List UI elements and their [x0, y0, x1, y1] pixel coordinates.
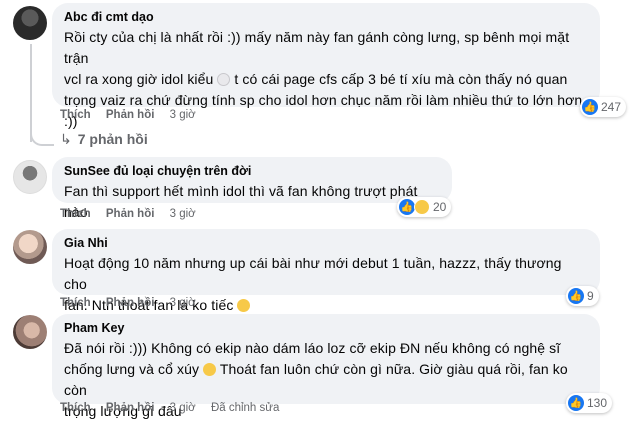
comment-author[interactable]: Abc đi cmt dạo	[64, 9, 588, 25]
emoji-icon	[237, 299, 251, 312]
reply-button[interactable]: Phản hồi	[106, 297, 155, 309]
edited-label[interactable]: Đã chỉnh sửa	[211, 402, 279, 414]
like-icon: 👍	[568, 395, 584, 411]
comment-bubble: SunSee đủ loại chuyện trên đời Fan thì s…	[52, 157, 452, 220]
comment-actions: Thích Phản hồi 3 giờ	[60, 109, 208, 123]
avatar[interactable]	[13, 6, 47, 40]
timestamp[interactable]: 3 giờ	[170, 109, 196, 121]
reaction-summary[interactable]: 👍 130	[566, 393, 613, 413]
view-replies-link[interactable]: ↳ 7 phản hồi	[60, 131, 148, 148]
like-icon: 👍	[582, 99, 598, 115]
reply-button[interactable]: Phản hồi	[106, 402, 155, 414]
reply-button[interactable]: Phản hồi	[106, 109, 155, 121]
like-button[interactable]: Thích	[60, 208, 91, 220]
reaction-summary[interactable]: 👍 9	[566, 286, 599, 306]
comment-actions: Thích Phản hồi 3 giờ Đã chỉnh sửa	[60, 402, 291, 416]
comment-author[interactable]: Gia Nhi	[64, 235, 588, 251]
comment-author[interactable]: SunSee đủ loại chuyện trên đời	[64, 163, 440, 179]
avatar[interactable]	[13, 230, 47, 264]
thread-connector	[30, 128, 54, 146]
haha-icon	[414, 199, 430, 215]
emoji-icon	[203, 363, 217, 376]
comment-bubble: Abc đi cmt dạo Rồi cty của chị là nhất r…	[52, 3, 600, 129]
comment-actions: Thích Phản hồi 3 giờ	[60, 208, 208, 222]
timestamp[interactable]: 3 giờ	[170, 208, 196, 220]
reaction-summary[interactable]: 👍 20	[397, 197, 452, 217]
comment-author[interactable]: Pham Key	[64, 320, 588, 336]
timestamp[interactable]: 3 giờ	[170, 297, 196, 309]
like-button[interactable]: Thích	[60, 297, 91, 309]
avatar[interactable]	[13, 160, 47, 194]
like-button[interactable]: Thích	[60, 109, 91, 121]
like-icon: 👍	[399, 199, 415, 215]
avatar[interactable]	[13, 315, 47, 349]
reply-arrow-icon: ↳	[60, 131, 72, 147]
comment-bubble: Gia Nhi Hoạt động 10 năm nhưng up cái bà…	[52, 229, 600, 313]
like-icon: 👍	[568, 288, 584, 304]
reply-button[interactable]: Phản hồi	[106, 208, 155, 220]
comment-actions: Thích Phản hồi 3 giờ	[60, 297, 208, 311]
timestamp[interactable]: 3 giờ	[170, 402, 196, 414]
comment-bubble: Pham Key Đã nói rồi :))) Không có ekip n…	[52, 314, 600, 419]
reaction-summary[interactable]: 👍 247	[580, 97, 627, 117]
like-button[interactable]: Thích	[60, 402, 91, 414]
emoji-icon	[217, 73, 231, 86]
